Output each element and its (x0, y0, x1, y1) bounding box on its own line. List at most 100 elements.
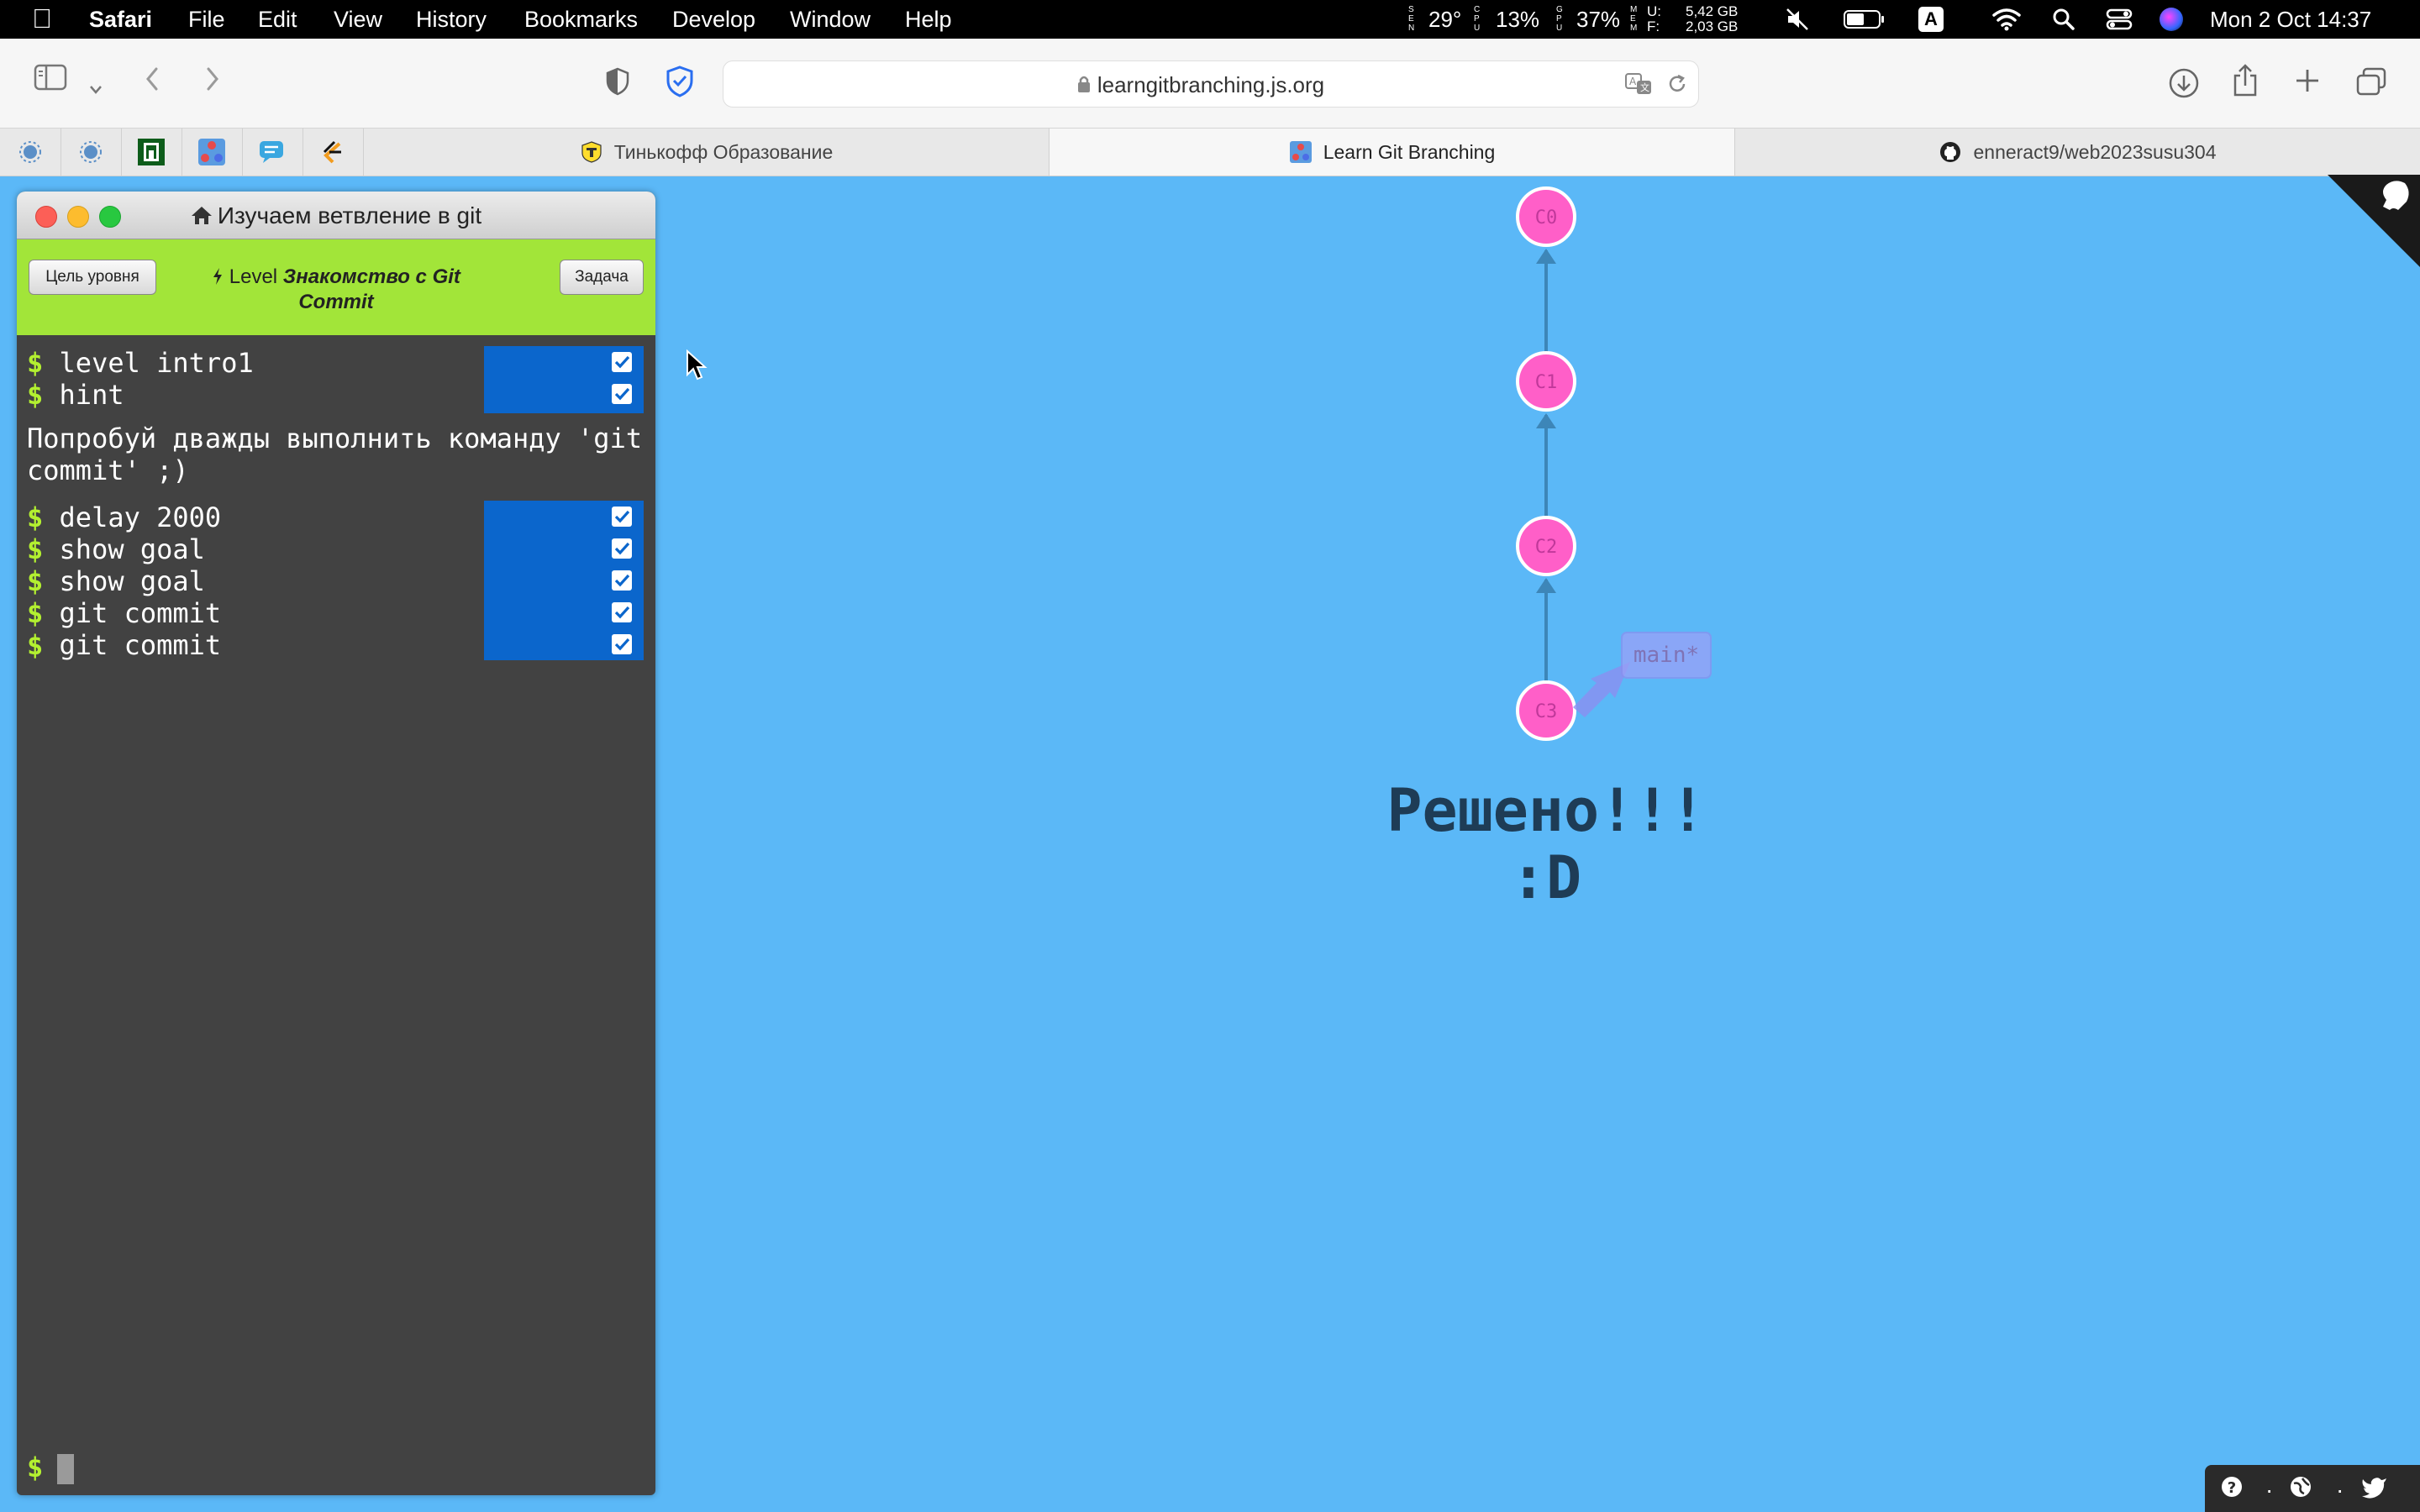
pinned-tab-2[interactable] (60, 129, 122, 176)
menu-bar:  Safari File Edit View History Bookmark… (0, 0, 2420, 39)
tab-group-chevron-down-icon[interactable] (87, 71, 104, 104)
command-line: $ hint (27, 379, 124, 411)
wifi-icon[interactable] (1991, 7, 2022, 36)
menu-bookmarks[interactable]: Bookmarks (524, 7, 638, 33)
tab-github[interactable]: enneract9/web2023susu304 (1734, 129, 2420, 176)
tab-tinkoff[interactable]: Тинькофф Образование (363, 129, 1050, 176)
lightning-icon (213, 268, 223, 285)
done-checkbox-icon (612, 538, 632, 559)
pinned-tab-6[interactable] (302, 129, 364, 176)
help-icon[interactable]: ? (2220, 1475, 2244, 1504)
control-center-icon[interactable] (2106, 8, 2133, 35)
input-source-icon[interactable]: A (1918, 7, 1944, 32)
new-tab-plus-icon[interactable] (2294, 67, 2321, 102)
mem-used-label: U: (1647, 3, 1661, 19)
tab-learn-git-branching[interactable]: Learn Git Branching (1049, 129, 1735, 176)
forward-icon[interactable] (203, 66, 222, 100)
tab-overview-icon[interactable] (2356, 67, 2386, 103)
pinned-tab-5[interactable] (242, 129, 303, 176)
pinned-site-icon (138, 139, 165, 165)
privacy-shield-icon[interactable] (605, 67, 630, 103)
pinned-tab-3[interactable] (121, 129, 182, 176)
pinned-tab-1[interactable] (0, 129, 61, 176)
pinned-tab-4[interactable] (182, 129, 243, 176)
tab-bar: Тинькофф Образование Learn Git Branching… (0, 128, 2420, 176)
mute-icon[interactable] (1785, 7, 1810, 36)
battery-icon[interactable] (1844, 9, 1886, 34)
commit-label: C1 (1535, 372, 1558, 393)
menu-develop[interactable]: Develop (672, 7, 755, 33)
menu-view[interactable]: View (334, 7, 382, 33)
siri-icon[interactable] (2160, 8, 2183, 31)
tinkoff-favicon-icon (581, 141, 602, 163)
level-bar: Цель уровня Level Знакомство с Git Commi… (17, 239, 655, 335)
mouse-cursor-icon (687, 349, 708, 381)
level-prefix: Level (229, 265, 278, 288)
level-info: Level Знакомство с Git Commit (185, 265, 487, 315)
objective-button[interactable]: Задача (560, 260, 644, 295)
commit-label: C0 (1535, 207, 1558, 228)
tab-label: Learn Git Branching (1323, 140, 1496, 163)
pinned-site-icon (19, 141, 41, 163)
command-line: $ delay 2000 (27, 501, 222, 533)
command-text: delay 2000 (59, 501, 222, 533)
pinned-site-icon (80, 141, 102, 163)
command-text: git commit (59, 597, 222, 629)
clock[interactable]: Mon 2 Oct 14:37 (2210, 7, 2371, 33)
level-solved-message: Решено!!! :D (1294, 777, 1798, 911)
command-line: $ git commit (27, 629, 222, 661)
level-goal-button[interactable]: Цель уровня (29, 260, 156, 295)
pinned-site-icon (198, 139, 225, 165)
cpu-label: CPU (1474, 5, 1481, 33)
menu-history[interactable]: History (416, 7, 487, 33)
command-console-window: Изучаем ветвление в git Цель уровня Leve… (17, 192, 655, 1495)
menu-window[interactable]: Window (790, 7, 871, 33)
downloads-icon[interactable] (2168, 67, 2200, 107)
console-titlebar: Изучаем ветвление в git (17, 192, 655, 239)
done-checkbox-icon (612, 507, 632, 527)
menu-app-safari[interactable]: Safari (89, 7, 152, 33)
mem-used-readout: 5,42 GB (1686, 3, 1739, 19)
menu-file[interactable]: File (188, 7, 225, 33)
done-checkbox-icon (612, 570, 632, 591)
mem-free-readout: 2,03 GB (1686, 18, 1739, 34)
sidebar-toggle-icon[interactable] (34, 64, 67, 98)
console-title: Изучаем ветвление в git (17, 202, 655, 229)
gpu-readout[interactable]: 37% (1576, 7, 1620, 33)
url-text: learngitbranching.js.org (1097, 72, 1325, 97)
pinned-site-icon (260, 141, 283, 163)
solved-smiley: :D (1510, 843, 1582, 912)
branch-label: main* (1634, 643, 1699, 668)
svg-text:A: A (1629, 76, 1637, 87)
command-line: $ level intro1 (27, 347, 254, 379)
twitter-icon[interactable] (2361, 1475, 2388, 1504)
commit-edge-arrow (1536, 249, 1556, 264)
command-text: git commit (59, 629, 222, 661)
menu-edit[interactable]: Edit (258, 7, 297, 33)
command-input[interactable] (57, 1454, 74, 1484)
command-prompt: $ (27, 1452, 44, 1483)
temperature-readout[interactable]: 29° (1428, 7, 1461, 33)
spotlight-search-icon[interactable] (2052, 8, 2075, 35)
cpu-readout[interactable]: 13% (1496, 7, 1539, 33)
reload-icon[interactable] (1666, 73, 1688, 99)
command-text: show goal (59, 565, 205, 597)
adblock-shield-icon[interactable] (666, 66, 694, 105)
commit-edge-arrow (1536, 413, 1556, 428)
commit-edge-arrow (1536, 578, 1556, 593)
back-icon[interactable] (143, 66, 161, 100)
separator-dot: · (2265, 1477, 2274, 1503)
globe-icon[interactable] (2289, 1475, 2312, 1504)
apple-icon[interactable]:  (32, 3, 52, 34)
command-line: $ show goal (27, 533, 205, 565)
command-line: $ show goal (27, 565, 205, 597)
github-corner-icon[interactable] (2328, 175, 2420, 267)
gpu-label: GPU (1556, 5, 1563, 33)
console-title-text: Изучаем ветвление в git (217, 202, 482, 228)
translate-icon[interactable]: A文 (1624, 71, 1653, 101)
address-bar[interactable]: learngitbranching.js.org A文 (723, 60, 1699, 108)
share-icon[interactable] (2232, 64, 2259, 105)
menu-help[interactable]: Help (905, 7, 952, 33)
done-checkbox-icon (612, 352, 632, 372)
command-line: $ git commit (27, 597, 222, 629)
